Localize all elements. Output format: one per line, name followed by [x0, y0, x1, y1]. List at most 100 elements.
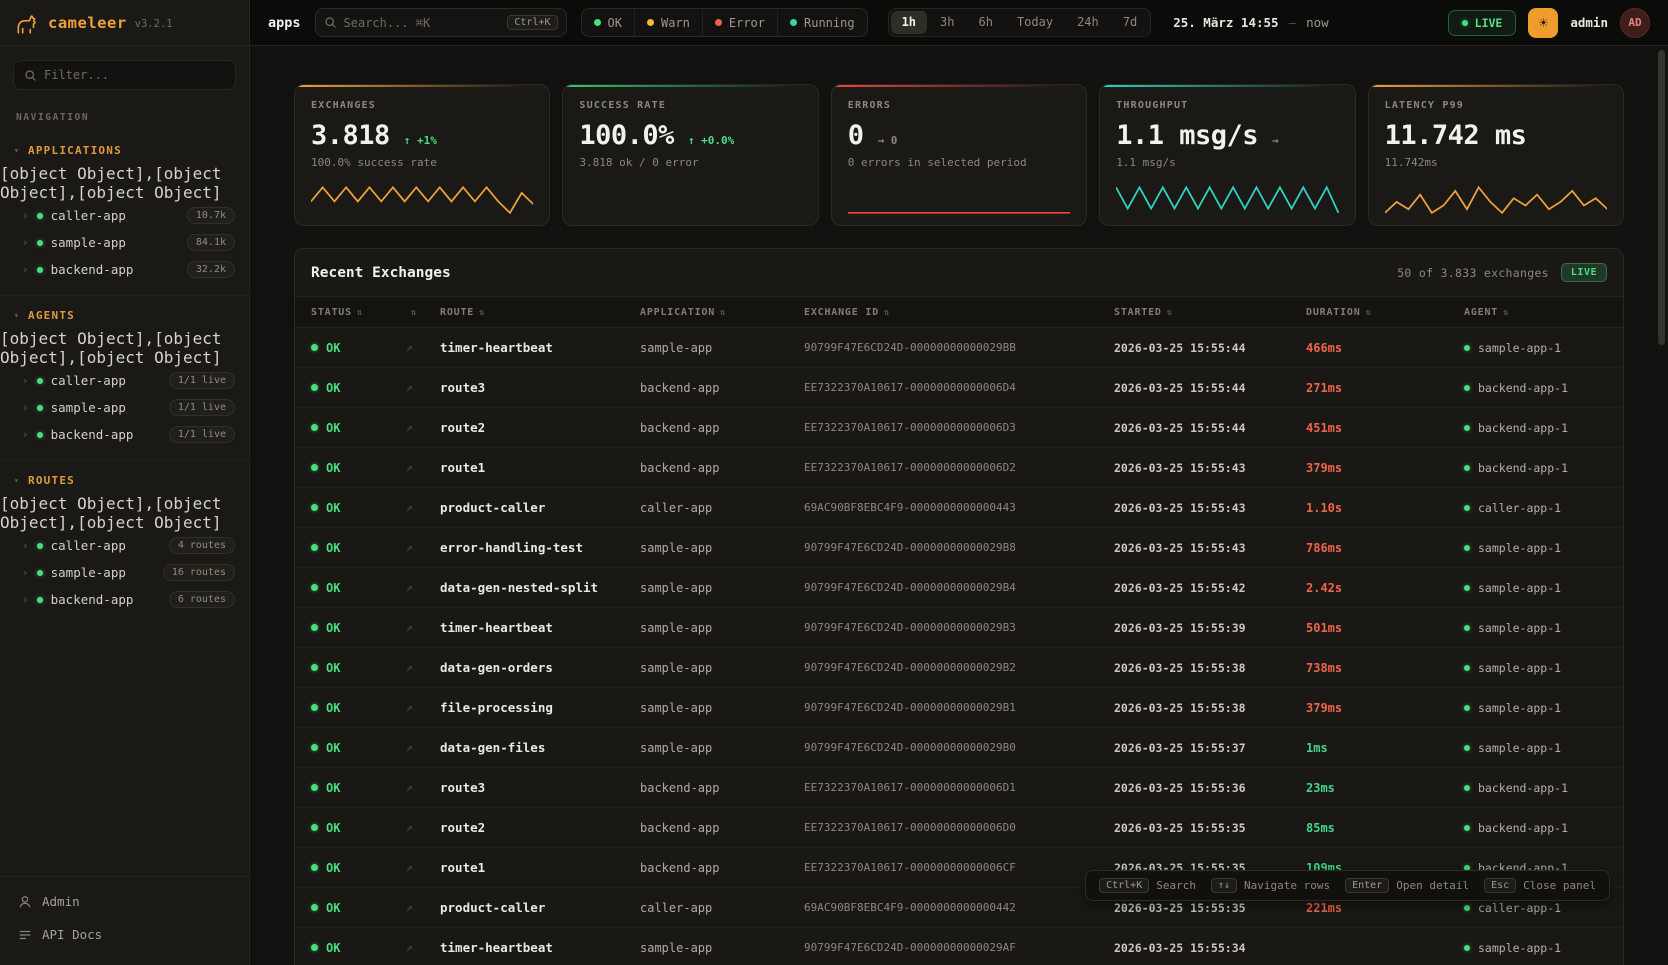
sidebar-item-sample-app[interactable]: › sample-app 16 routes — [0, 559, 249, 586]
open-exchange-icon[interactable]: ↗ — [406, 541, 440, 554]
open-exchange-icon[interactable]: ↗ — [406, 901, 440, 914]
nav-section-header[interactable]: ▾ APPLICATIONS — [0, 137, 249, 164]
sidebar-item-sample-app[interactable]: › sample-app 1/1 live — [0, 394, 249, 421]
table-row[interactable]: OK ↗ error-handling-test sample-app 9079… — [295, 528, 1623, 568]
open-exchange-icon[interactable]: ↗ — [406, 501, 440, 514]
search-input[interactable] — [344, 16, 501, 30]
column-header-agent[interactable]: AGENT⇅ — [1464, 307, 1607, 318]
sidebar-item-backend-app[interactable]: › backend-app 6 routes — [0, 586, 249, 613]
open-exchange-icon[interactable]: ↗ — [406, 741, 440, 754]
open-exchange-icon[interactable]: ↗ — [406, 581, 440, 594]
open-exchange-icon[interactable]: ↗ — [406, 861, 440, 874]
sidebar-item-api-docs[interactable]: API Docs — [0, 918, 249, 951]
table-row[interactable]: OK ↗ timer-heartbeat sample-app 90799F47… — [295, 928, 1623, 965]
sparkline-chart — [311, 182, 533, 216]
nav-section-agents: ▾ AGENTS [object Object],[object Object]… — [0, 296, 249, 461]
status-dot — [37, 267, 43, 273]
chevron-right-icon: › — [22, 566, 29, 579]
status-filter-ok[interactable]: OK — [582, 9, 634, 36]
time-range-3h[interactable]: 3h — [929, 11, 965, 34]
sidebar-item-caller-app[interactable]: › caller-app 10.7k — [0, 202, 249, 229]
table-row[interactable]: OK ↗ data-gen-files sample-app 90799F47E… — [295, 728, 1623, 768]
table-row[interactable]: OK ↗ route3 backend-app EE7322370A10617-… — [295, 368, 1623, 408]
open-exchange-icon[interactable]: ↗ — [406, 461, 440, 474]
live-toggle[interactable]: LIVE — [1448, 10, 1517, 36]
table-row[interactable]: OK ↗ route2 backend-app EE7322370A10617-… — [295, 808, 1623, 848]
status-dot — [311, 504, 318, 511]
agent-cell: caller-app-1 — [1464, 901, 1607, 915]
open-exchange-icon[interactable]: ↗ — [406, 701, 440, 714]
table-row[interactable]: OK ↗ data-gen-nested-split sample-app 90… — [295, 568, 1623, 608]
nav-section-header[interactable]: ▾ AGENTS — [0, 302, 249, 329]
sidebar-item-caller-app[interactable]: › caller-app 4 routes — [0, 532, 249, 559]
column-header-link[interactable]: ⇅ — [406, 307, 440, 318]
scrollbar-thumb[interactable] — [1658, 50, 1665, 345]
sidebar-item-caller-app[interactable]: › caller-app 1/1 live — [0, 367, 249, 394]
avatar[interactable]: AD — [1620, 8, 1650, 38]
window-start: 25. März 14:55 — [1173, 15, 1278, 30]
page-title: apps — [268, 15, 301, 31]
sidebar-item-admin[interactable]: Admin — [0, 885, 249, 918]
table-row[interactable]: OK ↗ route1 backend-app EE7322370A10617-… — [295, 448, 1623, 488]
open-exchange-icon[interactable]: ↗ — [406, 621, 440, 634]
status-dot — [311, 424, 318, 431]
open-exchange-icon[interactable]: ↗ — [406, 781, 440, 794]
sidebar-item-backend-app[interactable]: › backend-app 1/1 live — [0, 421, 249, 448]
theme-toggle-button[interactable]: ☀ — [1528, 8, 1558, 38]
open-exchange-icon[interactable]: ↗ — [406, 941, 440, 954]
time-range-today[interactable]: Today — [1006, 11, 1064, 34]
column-header-exchange-id[interactable]: EXCHANGE ID⇅ — [804, 307, 1114, 318]
started-cell: 2026-03-25 15:55:37 — [1114, 741, 1306, 755]
open-exchange-icon[interactable]: ↗ — [406, 661, 440, 674]
time-range-24h[interactable]: 24h — [1066, 11, 1110, 34]
status-filter-warn[interactable]: Warn — [634, 9, 702, 36]
table-row[interactable]: OK ↗ product-caller caller-app 69AC90BF8… — [295, 488, 1623, 528]
route-cell: route2 — [440, 420, 640, 435]
sidebar-item-backend-app[interactable]: › backend-app 32.2k — [0, 256, 249, 283]
table-row[interactable]: OK ↗ route3 backend-app EE7322370A10617-… — [295, 768, 1623, 808]
agent-status-dot — [1464, 705, 1470, 711]
open-exchange-icon[interactable]: ↗ — [406, 381, 440, 394]
app-logo[interactable]: cameleer v3.2.1 — [0, 0, 249, 46]
sidebar-item-sample-app[interactable]: › sample-app 84.1k — [0, 229, 249, 256]
api-docs-label: API Docs — [42, 927, 102, 942]
stat-subtext: 3.818 ok / 0 error — [579, 156, 801, 169]
username: admin — [1570, 15, 1608, 30]
application-cell: sample-app — [640, 701, 804, 715]
status-dot — [311, 544, 318, 551]
status-cell: OK — [311, 781, 406, 795]
agent-cell: sample-app-1 — [1464, 541, 1607, 555]
started-cell: 2026-03-25 15:55:38 — [1114, 701, 1306, 715]
status-dot — [37, 597, 43, 603]
time-range-1h[interactable]: 1h — [891, 11, 927, 34]
route-cell: data-gen-orders — [440, 660, 640, 675]
table-row[interactable]: OK ↗ file-processing sample-app 90799F47… — [295, 688, 1623, 728]
hint-key: Enter — [1345, 878, 1389, 893]
filter-input[interactable] — [44, 68, 225, 82]
search-icon — [24, 69, 37, 82]
open-exchange-icon[interactable]: ↗ — [406, 341, 440, 354]
agent-cell: backend-app-1 — [1464, 421, 1607, 435]
nav-section-header[interactable]: ▾ ROUTES — [0, 467, 249, 494]
table-row[interactable]: OK ↗ data-gen-orders sample-app 90799F47… — [295, 648, 1623, 688]
table-row[interactable]: OK ↗ route2 backend-app EE7322370A10617-… — [295, 408, 1623, 448]
chevron-right-icon: › — [22, 236, 29, 249]
column-header-status[interactable]: STATUS⇅ — [311, 307, 406, 318]
column-header-duration[interactable]: DURATION⇅ — [1306, 307, 1464, 318]
column-header-application[interactable]: APPLICATION⇅ — [640, 307, 804, 318]
open-exchange-icon[interactable]: ↗ — [406, 821, 440, 834]
sidebar-footer: Admin API Docs — [0, 876, 249, 965]
started-cell: 2026-03-25 15:55:43 — [1114, 501, 1306, 515]
status-filter-error[interactable]: Error — [702, 9, 777, 36]
time-range-7d[interactable]: 7d — [1112, 11, 1148, 34]
table-row[interactable]: OK ↗ timer-heartbeat sample-app 90799F47… — [295, 608, 1623, 648]
table-row[interactable]: OK ↗ timer-heartbeat sample-app 90799F47… — [295, 328, 1623, 368]
route-cell: route3 — [440, 380, 640, 395]
column-header-started[interactable]: STARTED⇅ — [1114, 307, 1306, 318]
open-exchange-icon[interactable]: ↗ — [406, 421, 440, 434]
time-range-6h[interactable]: 6h — [967, 11, 1003, 34]
stat-subtext: 100.0% success rate — [311, 156, 533, 169]
status-cell: OK — [311, 341, 406, 355]
column-header-route[interactable]: ROUTE⇅ — [440, 307, 640, 318]
status-filter-running[interactable]: Running — [777, 9, 867, 36]
